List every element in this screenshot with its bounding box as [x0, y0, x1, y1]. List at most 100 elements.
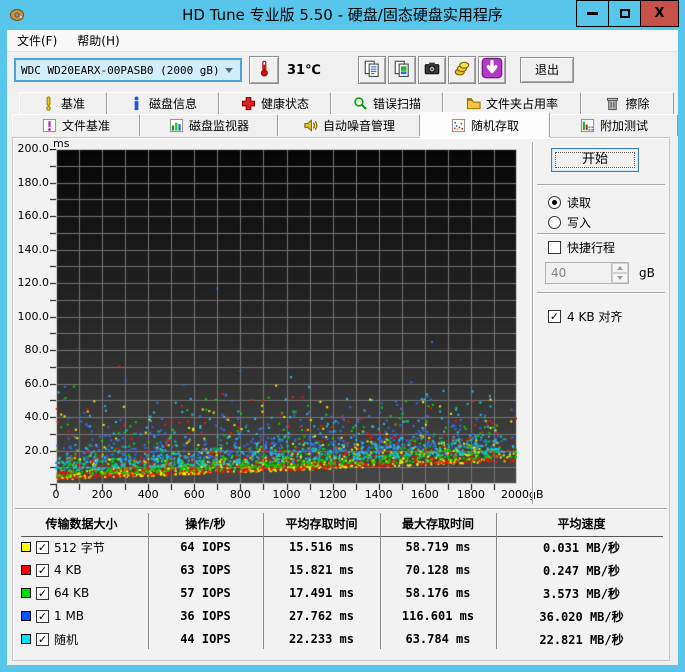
series-checkbox[interactable]: ✓ — [36, 540, 49, 554]
latency-scatter-chart — [50, 149, 517, 490]
series-label: 4 KB — [54, 563, 82, 577]
spinner-arrows[interactable] — [611, 263, 628, 283]
table-row: ✓ 随机 44 IOPS 22.233 ms 63.784 ms 22.821 MB/秒 — [15, 628, 669, 650]
drive-select[interactable]: WDC WD20EARX-00PASB0 (2000 gB) — [14, 58, 242, 82]
write-radio-label: 写入 — [567, 216, 592, 230]
x-tick-label: 400 — [137, 488, 159, 501]
menu-item-file[interactable]: 文件(F) — [7, 30, 67, 52]
app-window: HD Tune 专业版 5.50 - 硬盘/固态硬盘实用程序 X 文件(F) 帮助… — [0, 0, 685, 672]
exit-button[interactable]: 退出 — [520, 57, 574, 83]
copy-image-icon — [393, 59, 411, 81]
read-radio-label: 读取 — [567, 196, 592, 210]
tab-文件基准[interactable]: 文件基准 — [12, 114, 140, 136]
drive-select-value: WDC WD20EARX-00PASB0 (2000 gB) — [21, 63, 220, 77]
series-cell: ✓ 随机 — [15, 631, 148, 648]
series-label: 512 字节 — [54, 540, 105, 555]
series-label: 1 MB — [54, 609, 85, 623]
short-stroke-checkbox[interactable]: 快捷行程 — [548, 239, 615, 256]
x-tick-label: 200 — [91, 488, 113, 501]
x-tick-label: 1000 — [272, 488, 301, 501]
copy-text-button[interactable] — [358, 56, 386, 84]
tab-错误扫描[interactable]: 错误扫描 — [331, 92, 443, 114]
short-stroke-unit: gB — [639, 266, 655, 280]
client-area: 文件(F) 帮助(H) WDC WD20EARX-00PASB0 (2000 gB… — [7, 30, 678, 665]
iops-value: 63 IOPS — [180, 563, 231, 577]
series-checkbox[interactable]: ✓ — [36, 586, 49, 600]
close-icon: X — [654, 6, 665, 21]
checkbox-icon — [548, 241, 561, 254]
tab-label: 错误扫描 — [372, 97, 421, 111]
divider-vertical — [532, 142, 534, 504]
speed-value: 0.031 MB/秒 — [542, 540, 621, 555]
minimize-button[interactable] — [576, 0, 609, 27]
health-icon — [241, 96, 256, 111]
start-button[interactable]: 开始 — [551, 148, 639, 172]
series-checkbox[interactable]: ✓ — [36, 609, 49, 623]
focus-rect — [555, 152, 635, 168]
tab-label: 基准 — [60, 97, 85, 111]
short-stroke-size-spinner[interactable]: 40 — [545, 262, 629, 284]
max-value: 70.128 ms — [405, 563, 471, 577]
max-value: 63.784 ms — [405, 632, 471, 646]
tab-磁盘监视器[interactable]: 磁盘监视器 — [140, 114, 278, 136]
tab-磁盘信息[interactable]: 磁盘信息 — [107, 92, 219, 114]
close-button[interactable]: X — [640, 0, 679, 27]
series-label: 随机 — [54, 632, 79, 647]
tab-文件夹占用率[interactable]: 文件夹占用率 — [443, 92, 581, 114]
table-header: 平均速度 — [557, 516, 606, 531]
y-tick-label: 200.0 — [17, 142, 50, 155]
download-button[interactable] — [478, 56, 506, 84]
save-button[interactable] — [448, 56, 476, 84]
screenshot-button[interactable] — [418, 56, 446, 84]
aam-icon — [303, 118, 318, 133]
toolbar-buttons — [358, 56, 506, 84]
tab-附加测试[interactable]: 附加测试 — [550, 114, 678, 136]
max-value: 116.601 ms — [401, 609, 475, 623]
series-checkbox[interactable]: ✓ — [36, 632, 49, 646]
temperature-button[interactable] — [249, 56, 279, 84]
tab-擦除[interactable]: 擦除 — [581, 92, 674, 114]
iops-value: 36 IOPS — [180, 609, 231, 623]
info-icon — [129, 96, 144, 111]
erase-icon — [605, 96, 620, 111]
tab-label: 自动噪音管理 — [322, 119, 395, 133]
short-stroke-value: 40 — [551, 266, 567, 280]
x-tick-label: 1400 — [364, 488, 393, 501]
tab-健康状态[interactable]: 健康状态 — [219, 92, 331, 114]
avg-value: 15.821 ms — [288, 563, 355, 577]
menu-item-help[interactable]: 帮助(H) — [67, 30, 129, 52]
toolbar: WDC WD20EARX-00PASB0 (2000 gB) 31℃ 退出 — [7, 52, 678, 92]
table-header: 最大存取时间 — [401, 516, 474, 531]
write-radio[interactable]: 写入 — [548, 214, 591, 231]
tab-基准[interactable]: 基准 — [19, 92, 107, 114]
error-scan-icon — [353, 96, 368, 111]
series-color-swatch — [21, 588, 31, 598]
table-row: ✓ 64 KB 57 IOPS 17.491 ms 58.176 ms 3.573 MB/… — [15, 582, 669, 604]
maximize-button[interactable] — [608, 0, 641, 27]
table-header-row: 传输数据大小 操作/秒 平均存取时间 最大存取时间 平均速度 — [15, 511, 669, 535]
tab-label: 健康状态 — [260, 97, 309, 111]
avg-value: 15.516 ms — [288, 540, 355, 554]
y-tick-label: 60.0 — [24, 376, 50, 390]
tab-label: 随机存取 — [470, 118, 519, 133]
tab-自动噪音管理[interactable]: 自动噪音管理 — [278, 114, 420, 136]
iops-value: 44 IOPS — [180, 632, 231, 646]
align-4kb-checkbox[interactable]: ✓ 4 KB 对齐 — [548, 308, 622, 325]
spin-down-icon — [617, 276, 623, 280]
table-row: ✓ 1 MB 36 IOPS 27.762 ms 116.601 ms 36.020 MB… — [15, 605, 669, 627]
series-cell: ✓ 64 KB — [15, 586, 148, 600]
tab-随机存取[interactable]: 随机存取 — [420, 112, 550, 137]
x-tick-label: 1800 — [456, 488, 485, 501]
series-color-swatch — [21, 542, 31, 552]
radio-icon — [548, 196, 561, 209]
series-checkbox[interactable]: ✓ — [36, 563, 49, 577]
tab-label: 文件基准 — [61, 119, 110, 133]
read-radio[interactable]: 读取 — [548, 194, 591, 211]
checkbox-checked-icon: ✓ — [548, 310, 561, 323]
align-4kb-label: 4 KB 对齐 — [567, 310, 623, 324]
series-color-swatch — [21, 634, 31, 644]
extra-tests-icon — [580, 118, 595, 133]
maximize-icon — [619, 9, 630, 18]
copy-image-button[interactable] — [388, 56, 416, 84]
short-stroke-label: 快捷行程 — [567, 241, 616, 255]
